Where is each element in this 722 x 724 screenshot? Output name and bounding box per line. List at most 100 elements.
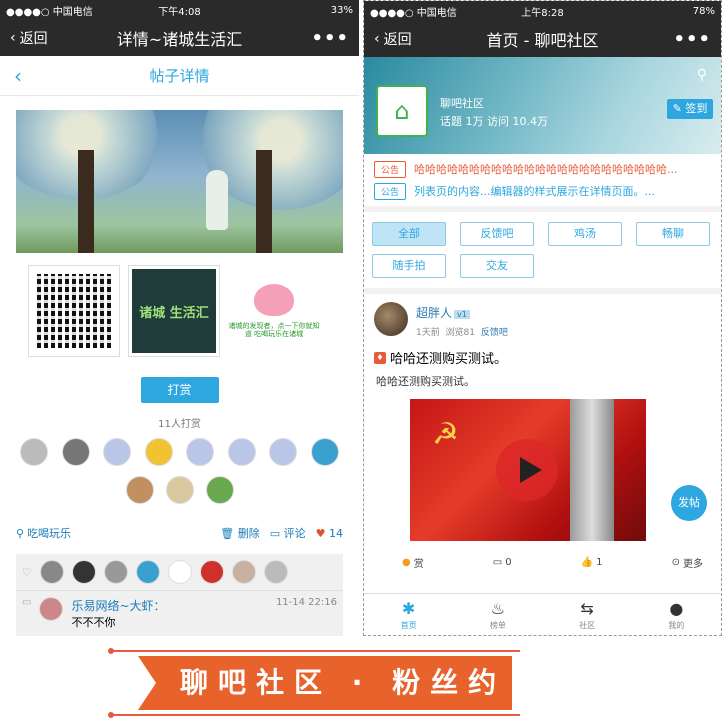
mascot-image[interactable]: 诸城的发现者，点一下你就知道 吃喝玩乐在诸城 <box>228 265 320 357</box>
level-badge: v1 <box>454 310 470 319</box>
avatar[interactable] <box>199 560 224 584</box>
heart-outline-icon: ♡ <box>22 565 32 579</box>
avatar[interactable] <box>227 438 256 466</box>
left-phone-screen: ●●●●○ 中国电信 下午4:08 33% ‹ 返回 详情~诸城生活汇 ••• … <box>0 0 359 640</box>
comment-author[interactable]: 乐易网络~大虾： <box>71 597 165 614</box>
reward-button[interactable]: 打赏 <box>140 377 219 403</box>
notice-text: 列表页的内容...编辑器的样式展示在详情页面。... <box>414 185 655 198</box>
back-button[interactable]: ‹ 返回 <box>10 28 48 48</box>
category-link[interactable]: ⚲ 吃喝玩乐 <box>16 525 71 541</box>
delete-button[interactable]: 🗑 删除 <box>220 525 259 541</box>
post-category[interactable]: 反馈吧 <box>481 328 508 338</box>
notice-list: 公告 哈哈哈哈哈哈哈哈哈哈哈哈哈哈哈哈哈哈哈哈哈哈哈... 公告 列表页的内容.… <box>364 154 721 212</box>
nav-bar: ‹ 返回 详情~诸城生活汇 ••• <box>0 20 359 56</box>
carrier: ●●●●○ 中国电信 <box>6 6 93 18</box>
tab-ranking[interactable]: ♨ 榜单 <box>453 594 542 635</box>
comment-button[interactable]: ▭ 评论 <box>270 525 306 541</box>
chip-chat[interactable]: 畅聊 <box>636 222 710 246</box>
post-title[interactable]: ♦ 哈哈还测购买测试。 <box>364 338 721 367</box>
like-action[interactable]: 👍 1 <box>581 555 603 570</box>
notice-tag: 公告 <box>374 182 407 200</box>
like-button[interactable]: ♥ 14 <box>316 527 343 540</box>
avatar[interactable] <box>165 476 194 504</box>
avatar[interactable] <box>39 560 64 584</box>
comment-icon: ▭ <box>269 527 281 540</box>
thumbs-up-icon: 👍 <box>580 557 594 568</box>
avatar[interactable] <box>71 560 96 584</box>
chevron-left-icon: ‹ <box>374 31 380 47</box>
avatar[interactable] <box>167 560 192 584</box>
like-count: 1 <box>596 557 603 568</box>
category-label: 吃喝玩乐 <box>27 527 72 540</box>
comment-count: 0 <box>505 557 512 568</box>
avatar[interactable] <box>310 438 339 466</box>
tab-mine[interactable]: ● 我的 <box>632 594 721 635</box>
post-author[interactable]: 超胖人 <box>416 306 452 320</box>
avatar[interactable] <box>205 476 234 504</box>
reward-label: 赏 <box>413 559 424 570</box>
avatar[interactable] <box>186 438 215 466</box>
reward-count: 11人打赏 <box>158 419 201 430</box>
avatar[interactable] <box>103 438 132 466</box>
tab-home[interactable]: ✱ 首页 <box>364 594 453 635</box>
avatar[interactable] <box>231 560 256 584</box>
rewarder-avatars-row2 <box>0 466 359 504</box>
community-name: 聊吧社区 <box>440 97 484 110</box>
more-menu-button[interactable]: ••• <box>311 28 349 49</box>
community-logo[interactable]: ⌂ <box>376 85 428 137</box>
play-icon[interactable] <box>496 439 558 501</box>
qr-code-image[interactable] <box>28 265 120 357</box>
post-action-row: ⚲ 吃喝玩乐 🗑 删除 ▭ 评论 ♥ 14 <box>0 522 359 544</box>
avatar[interactable] <box>269 438 298 466</box>
battery: 78% <box>692 5 715 17</box>
chip-snapshot[interactable]: 随手拍 <box>372 254 446 278</box>
battery: 33% <box>330 4 353 16</box>
notice-item[interactable]: 公告 列表页的内容...编辑器的样式展示在详情页面。... <box>374 180 711 202</box>
avatar[interactable] <box>144 438 173 466</box>
notice-item[interactable]: 公告 哈哈哈哈哈哈哈哈哈哈哈哈哈哈哈哈哈哈哈哈哈哈哈... <box>374 158 711 180</box>
signin-label: 签到 <box>685 102 708 115</box>
avatar[interactable] <box>125 476 154 504</box>
avatar[interactable] <box>374 302 408 336</box>
more-likers-icon[interactable] <box>263 560 288 584</box>
trash-icon: 🗑 <box>220 527 235 540</box>
back-chevron-icon[interactable]: ‹ <box>14 64 22 88</box>
post-thumbnails: 诸城 生活汇 诸城的发现者，点一下你就知道 吃喝玩乐在诸城 <box>0 253 359 357</box>
page-title: 首页 - 聊吧社区 <box>486 31 599 50</box>
more-action[interactable]: ⊙ 更多 <box>672 555 703 570</box>
chip-feedback[interactable]: 反馈吧 <box>460 222 534 246</box>
tab-community[interactable]: ⇆ 社区 <box>543 594 632 635</box>
avatar[interactable] <box>20 438 48 466</box>
chevron-left-icon: ‹ <box>10 30 16 46</box>
back-button[interactable]: ‹ 返回 <box>374 29 412 49</box>
comment-action[interactable]: ▭ 0 <box>493 555 512 570</box>
rewarder-avatars <box>0 430 359 466</box>
post-body: 哈哈还测购买测试。 <box>376 375 475 388</box>
chip-friends[interactable]: 交友 <box>460 254 534 278</box>
likers-row: ♡ <box>16 554 343 590</box>
avatar[interactable] <box>103 560 128 584</box>
comment-icon: ▭ <box>22 597 32 608</box>
signin-button[interactable]: ✎ 签到 <box>667 99 713 119</box>
comment-time: 11-14 22:16 <box>275 597 337 608</box>
back-label: 返回 <box>19 31 48 47</box>
more-menu-button[interactable]: ••• <box>673 29 711 50</box>
chip-soup[interactable]: 鸡汤 <box>548 222 622 246</box>
home-flower-icon: ✱ <box>401 598 416 618</box>
chip-all[interactable]: 全部 <box>372 222 446 246</box>
footer-banner-text: 聊吧社区 · 粉丝约 <box>156 656 512 710</box>
new-post-button[interactable]: 发帖 <box>671 485 707 521</box>
nav-bar: ‹ 返回 首页 - 聊吧社区 ••• <box>364 21 721 57</box>
brand-chalkboard-image[interactable]: 诸城 生活汇 <box>128 265 220 357</box>
post-title-text: 哈哈还测购买测试。 <box>390 352 508 367</box>
avatar[interactable] <box>135 560 160 584</box>
avatar[interactable] <box>61 438 90 466</box>
page-title: 详情~诸城生活汇 <box>116 30 243 49</box>
community-stats: 话题 1万 访问 10.4万 <box>440 115 548 128</box>
avatar[interactable] <box>39 597 64 621</box>
post-header: 超胖人 v1 1天前 浏览81 反馈吧 <box>364 294 721 338</box>
post-video[interactable]: ☭ <box>410 399 646 541</box>
tab-bar: ✱ 首页 ♨ 榜单 ⇆ 社区 ● 我的 <box>364 593 721 635</box>
search-icon[interactable]: ⚲ <box>697 67 707 83</box>
reward-action[interactable]: ● 赏 <box>402 555 424 570</box>
